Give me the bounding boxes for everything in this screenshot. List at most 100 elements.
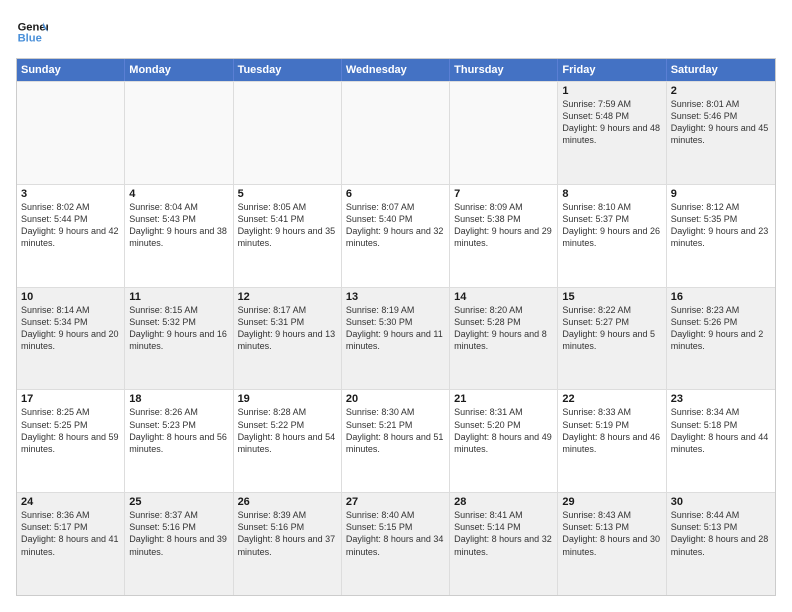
calendar-day-cell: 21 Sunrise: 8:31 AM Sunset: 5:20 PM Dayli… [450,390,558,492]
calendar-day-cell: 22 Sunrise: 8:33 AM Sunset: 5:19 PM Dayli… [558,390,666,492]
day-number: 25 [129,496,228,508]
calendar-day-cell: 17 Sunrise: 8:25 AM Sunset: 5:25 PM Dayli… [17,390,125,492]
day-info: Sunrise: 8:41 AM Sunset: 5:14 PM Dayligh… [454,510,552,556]
day-info: Sunrise: 8:31 AM Sunset: 5:20 PM Dayligh… [454,407,552,453]
calendar-day-cell: 11 Sunrise: 8:15 AM Sunset: 5:32 PM Dayli… [125,288,233,390]
day-number: 22 [562,393,661,405]
day-info: Sunrise: 8:37 AM Sunset: 5:16 PM Dayligh… [129,510,227,556]
day-info: Sunrise: 7:59 AM Sunset: 5:48 PM Dayligh… [562,99,660,145]
day-number: 1 [562,85,661,97]
day-number: 7 [454,188,553,200]
empty-cell [450,82,558,184]
day-info: Sunrise: 8:26 AM Sunset: 5:23 PM Dayligh… [129,407,227,453]
day-info: Sunrise: 8:28 AM Sunset: 5:22 PM Dayligh… [238,407,336,453]
day-number: 28 [454,496,553,508]
empty-cell [17,82,125,184]
day-number: 3 [21,188,120,200]
day-number: 6 [346,188,445,200]
weekday-header: Tuesday [234,59,342,81]
calendar-header: SundayMondayTuesdayWednesdayThursdayFrid… [17,59,775,81]
day-number: 18 [129,393,228,405]
calendar-day-cell: 15 Sunrise: 8:22 AM Sunset: 5:27 PM Dayli… [558,288,666,390]
calendar-day-cell: 12Sunrise: 8:17 AM Sunset: 5:31 PM Dayli… [234,288,342,390]
calendar-day-cell: 19 Sunrise: 8:28 AM Sunset: 5:22 PM Dayli… [234,390,342,492]
day-number: 11 [129,291,228,303]
calendar-day-cell: 24Sunrise: 8:36 AM Sunset: 5:17 PM Dayli… [17,493,125,595]
calendar-day-cell: 23 Sunrise: 8:34 AM Sunset: 5:18 PM Dayli… [667,390,775,492]
day-info: Sunrise: 8:43 AM Sunset: 5:13 PM Dayligh… [562,510,660,556]
empty-cell [234,82,342,184]
day-info: Sunrise: 8:04 AM Sunset: 5:43 PM Dayligh… [129,202,227,248]
day-number: 29 [562,496,661,508]
day-number: 9 [671,188,771,200]
day-info: Sunrise: 8:01 AM Sunset: 5:46 PM Dayligh… [671,99,769,145]
calendar-day-cell: 7Sunrise: 8:09 AM Sunset: 5:38 PM Daylig… [450,185,558,287]
day-number: 20 [346,393,445,405]
day-info: Sunrise: 8:10 AM Sunset: 5:37 PM Dayligh… [562,202,660,248]
day-info: Sunrise: 8:20 AM Sunset: 5:28 PM Dayligh… [454,305,547,351]
page-header: General Blue [16,16,776,48]
day-info: Sunrise: 8:33 AM Sunset: 5:19 PM Dayligh… [562,407,660,453]
weekday-header: Wednesday [342,59,450,81]
day-info: Sunrise: 8:25 AM Sunset: 5:25 PM Dayligh… [21,407,119,453]
calendar-row: 10 Sunrise: 8:14 AM Sunset: 5:34 PM Dayli… [17,287,775,390]
weekday-header: Sunday [17,59,125,81]
empty-cell [342,82,450,184]
calendar-body: 1 Sunrise: 7:59 AM Sunset: 5:48 PM Daylig… [17,81,775,595]
calendar-day-cell: 5Sunrise: 8:05 AM Sunset: 5:41 PM Daylig… [234,185,342,287]
logo-icon: General Blue [16,16,48,48]
calendar-day-cell: 13 Sunrise: 8:19 AM Sunset: 5:30 PM Dayli… [342,288,450,390]
day-info: Sunrise: 8:30 AM Sunset: 5:21 PM Dayligh… [346,407,444,453]
calendar-day-cell: 9 Sunrise: 8:12 AM Sunset: 5:35 PM Daylig… [667,185,775,287]
day-number: 19 [238,393,337,405]
day-info: Sunrise: 8:22 AM Sunset: 5:27 PM Dayligh… [562,305,655,351]
calendar-day-cell: 29 Sunrise: 8:43 AM Sunset: 5:13 PM Dayli… [558,493,666,595]
day-number: 23 [671,393,771,405]
day-number: 4 [129,188,228,200]
day-number: 14 [454,291,553,303]
day-info: Sunrise: 8:39 AM Sunset: 5:16 PM Dayligh… [238,510,336,556]
calendar-day-cell: 26 Sunrise: 8:39 AM Sunset: 5:16 PM Dayli… [234,493,342,595]
calendar-day-cell: 30Sunrise: 8:44 AM Sunset: 5:13 PM Dayli… [667,493,775,595]
calendar-row: 1 Sunrise: 7:59 AM Sunset: 5:48 PM Daylig… [17,81,775,184]
day-number: 15 [562,291,661,303]
day-number: 8 [562,188,661,200]
calendar-day-cell: 14 Sunrise: 8:20 AM Sunset: 5:28 PM Dayli… [450,288,558,390]
day-info: Sunrise: 8:40 AM Sunset: 5:15 PM Dayligh… [346,510,444,556]
day-number: 21 [454,393,553,405]
day-number: 24 [21,496,120,508]
calendar-day-cell: 2 Sunrise: 8:01 AM Sunset: 5:46 PM Daylig… [667,82,775,184]
day-info: Sunrise: 8:12 AM Sunset: 5:35 PM Dayligh… [671,202,769,248]
calendar-day-cell: 10 Sunrise: 8:14 AM Sunset: 5:34 PM Dayli… [17,288,125,390]
empty-cell [125,82,233,184]
calendar-day-cell: 18 Sunrise: 8:26 AM Sunset: 5:23 PM Dayli… [125,390,233,492]
day-number: 2 [671,85,771,97]
calendar-row: 24Sunrise: 8:36 AM Sunset: 5:17 PM Dayli… [17,492,775,595]
day-info: Sunrise: 8:17 AM Sunset: 5:31 PM Dayligh… [238,305,336,351]
calendar-day-cell: 28 Sunrise: 8:41 AM Sunset: 5:14 PM Dayli… [450,493,558,595]
day-info: Sunrise: 8:34 AM Sunset: 5:18 PM Dayligh… [671,407,769,453]
calendar-day-cell: 4 Sunrise: 8:04 AM Sunset: 5:43 PM Daylig… [125,185,233,287]
day-info: Sunrise: 8:19 AM Sunset: 5:30 PM Dayligh… [346,305,443,351]
calendar-row: 3Sunrise: 8:02 AM Sunset: 5:44 PM Daylig… [17,184,775,287]
day-number: 17 [21,393,120,405]
day-info: Sunrise: 8:07 AM Sunset: 5:40 PM Dayligh… [346,202,444,248]
calendar-day-cell: 3Sunrise: 8:02 AM Sunset: 5:44 PM Daylig… [17,185,125,287]
weekday-header: Friday [558,59,666,81]
svg-text:Blue: Blue [18,33,42,45]
day-info: Sunrise: 8:44 AM Sunset: 5:13 PM Dayligh… [671,510,769,556]
logo: General Blue [16,16,48,48]
day-number: 27 [346,496,445,508]
day-number: 13 [346,291,445,303]
weekday-header: Saturday [667,59,775,81]
day-info: Sunrise: 8:23 AM Sunset: 5:26 PM Dayligh… [671,305,764,351]
day-number: 16 [671,291,771,303]
calendar: SundayMondayTuesdayWednesdayThursdayFrid… [16,58,776,596]
day-number: 26 [238,496,337,508]
calendar-row: 17 Sunrise: 8:25 AM Sunset: 5:25 PM Dayli… [17,389,775,492]
day-number: 10 [21,291,120,303]
day-info: Sunrise: 8:15 AM Sunset: 5:32 PM Dayligh… [129,305,227,351]
day-info: Sunrise: 8:14 AM Sunset: 5:34 PM Dayligh… [21,305,119,351]
calendar-day-cell: 25 Sunrise: 8:37 AM Sunset: 5:16 PM Dayli… [125,493,233,595]
calendar-day-cell: 8 Sunrise: 8:10 AM Sunset: 5:37 PM Daylig… [558,185,666,287]
